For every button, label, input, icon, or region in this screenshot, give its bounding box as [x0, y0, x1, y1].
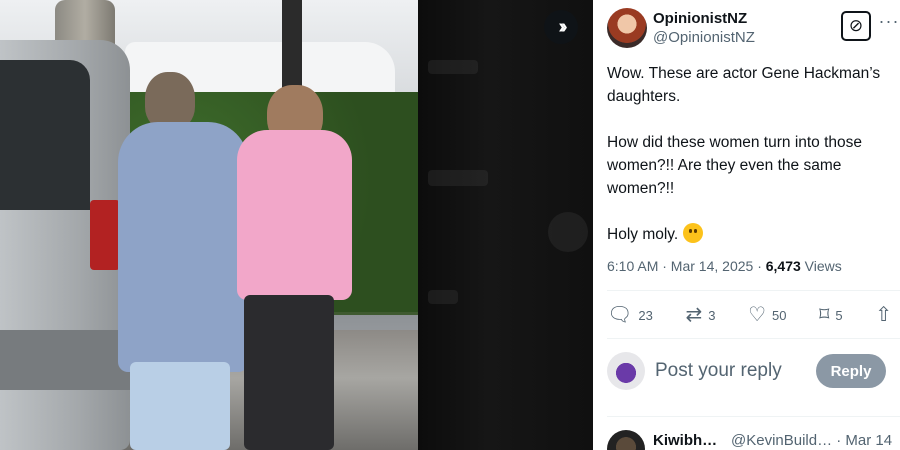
- author-display-name[interactable]: OpinionistNZ: [653, 10, 755, 28]
- user-avatar[interactable]: [607, 352, 645, 390]
- reply-input[interactable]: Post your reply: [655, 360, 782, 382]
- person-left-jeans: [130, 362, 230, 450]
- tweet-paragraph-last: Holy moly.: [607, 223, 897, 246]
- tweet-photo[interactable]: [0, 0, 418, 450]
- author-names: OpinionistNZ @OpinionistNZ: [653, 10, 755, 48]
- tweet-paragraph: Wow. These are actor Gene Hackman’s daug…: [607, 65, 881, 105]
- repost-icon: ⇄: [685, 304, 703, 326]
- reply-author-avatar[interactable]: [607, 430, 645, 450]
- more-horizontal-icon: ···: [878, 11, 900, 31]
- bookmark-action[interactable]: ⌑ 5: [819, 305, 843, 325]
- frowning-face-emoji-icon: [682, 223, 703, 243]
- photo-car-window: [0, 60, 90, 210]
- bookmark-icon: ⌑: [819, 304, 830, 326]
- tweet-panel: OpinionistNZ @OpinionistNZ ⊘ ··· Wow. Th…: [593, 0, 900, 450]
- photo-person-right: [222, 85, 372, 450]
- tweet-header: OpinionistNZ @OpinionistNZ ⊘ ···: [607, 8, 900, 50]
- expand-sidebar-button[interactable]: ››: [544, 10, 578, 44]
- reply-button[interactable]: Reply: [816, 354, 886, 388]
- bookmark-count: 5: [835, 307, 843, 323]
- grok-icon: ⊘: [848, 16, 864, 35]
- share-icon: ⇧: [875, 304, 892, 326]
- author-handle[interactable]: @OpinionistNZ: [653, 28, 755, 48]
- author-avatar[interactable]: [607, 8, 647, 48]
- dimmed-text: [428, 60, 478, 74]
- divider: [607, 338, 900, 339]
- divider: [607, 416, 900, 417]
- views-count: 6,473: [765, 258, 801, 274]
- reply-item[interactable]: Kiwibh… @KevinBuild… · Mar 14: [607, 428, 897, 450]
- divider: [607, 290, 900, 291]
- tweet-text: Wow. These are actor Gene Hackman’s daug…: [607, 62, 897, 269]
- reply-author-handle[interactable]: @KevinBuild… · Mar 14: [731, 432, 892, 449]
- grok-button[interactable]: ⊘: [841, 11, 871, 41]
- repost-action[interactable]: ⇄ 3: [685, 305, 715, 325]
- like-count: 50: [772, 307, 787, 323]
- reply-author-name[interactable]: Kiwibh…: [653, 432, 717, 449]
- tweet-meta: 6:10 AM · Mar 14, 2025 · 6,473 Views: [607, 258, 842, 274]
- repost-count: 3: [708, 307, 716, 323]
- tweet-paragraph: How did these women turn into those wome…: [607, 134, 863, 197]
- person-right-pants: [244, 295, 334, 450]
- person-right-shirt: [237, 130, 352, 300]
- media-viewer: ››: [0, 0, 593, 450]
- heart-icon: ♡: [748, 304, 767, 326]
- tweet-timestamp[interactable]: 6:10 AM · Mar 14, 2025 ·: [607, 258, 766, 274]
- dimmed-text: [428, 170, 488, 186]
- like-action[interactable]: ♡ 50: [748, 305, 786, 325]
- views-label: Views: [800, 258, 842, 274]
- comment-icon: 🗨︎: [607, 304, 633, 326]
- reply-composer: Post your reply Reply: [607, 350, 893, 394]
- tweet-last-line: Holy moly.: [607, 226, 679, 243]
- double-chevron-right-icon: ››: [558, 15, 568, 38]
- share-action[interactable]: ⇧: [875, 305, 892, 325]
- more-options-button[interactable]: ···: [878, 11, 900, 37]
- dimmed-text: [428, 290, 458, 304]
- reply-action[interactable]: 🗨︎ 23: [607, 305, 653, 325]
- dimmed-background: [418, 0, 593, 450]
- dimmed-avatar: [548, 212, 588, 252]
- reply-count: 23: [638, 307, 653, 323]
- tweet-actions: 🗨︎ 23 ⇄ 3 ♡ 50 ⌑ 5 ⇧: [607, 300, 892, 330]
